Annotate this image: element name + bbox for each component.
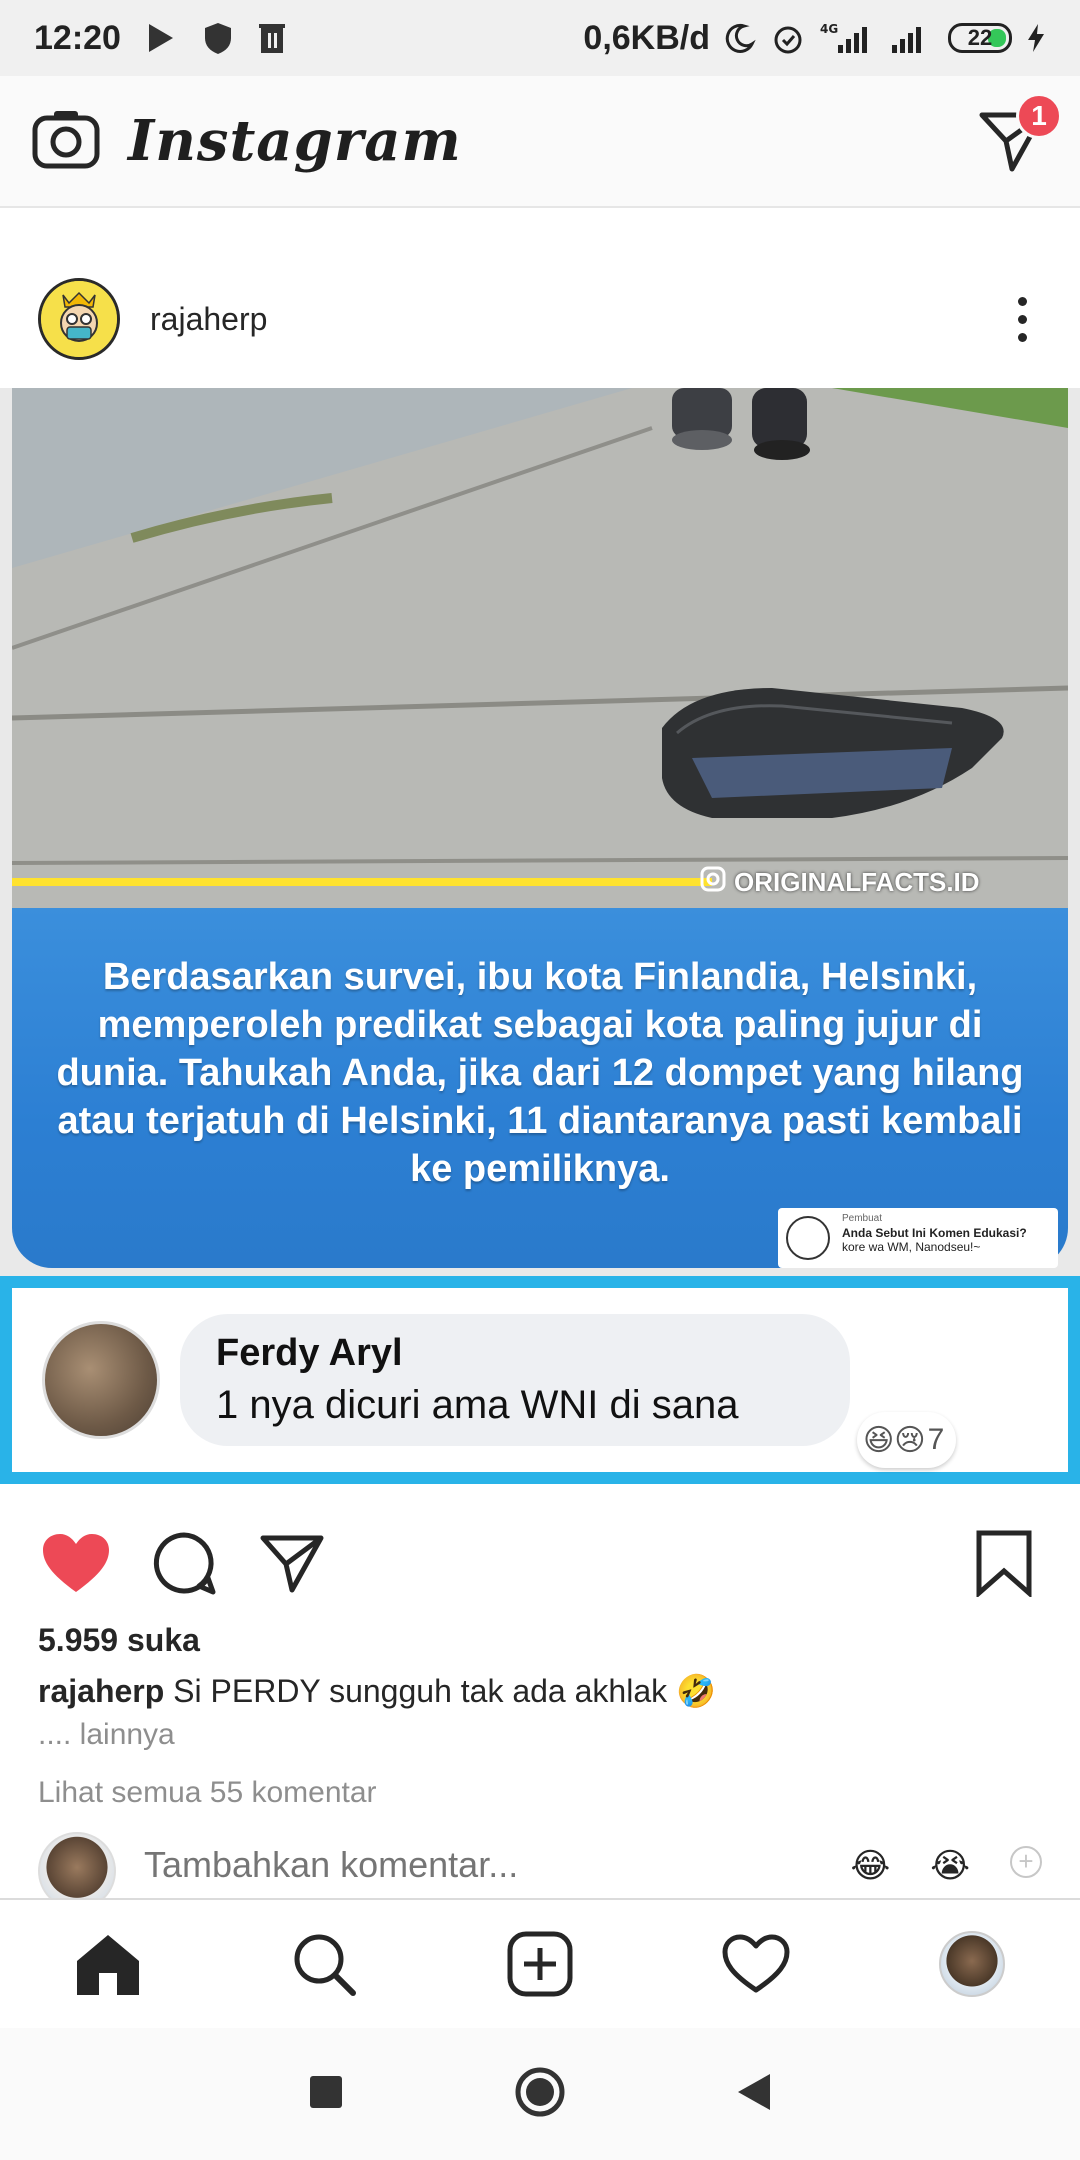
- home-button[interactable]: [514, 2066, 566, 2123]
- camera-icon[interactable]: [32, 108, 100, 175]
- heart-filled-icon: [43, 1534, 109, 1592]
- fact-text: Berdasarkan survei, ibu kota Finlandia, …: [56, 956, 1024, 1190]
- credit-title: Anda Sebut Ini Komen Edukasi?: [842, 1226, 1027, 1240]
- heart-icon: [722, 1934, 790, 1993]
- caption: rajaherp Si PERDY sungguh tak ada akhlak…: [38, 1672, 716, 1710]
- home-icon: [77, 1935, 139, 1995]
- comment-bubble: Ferdy Aryl 1 nya dicuri ama WNI di sana: [180, 1314, 850, 1446]
- add-post-icon: [507, 1931, 573, 1997]
- reaction-count: 7: [927, 1423, 945, 1456]
- likes-count[interactable]: 5.959 suka: [38, 1622, 200, 1659]
- direct-message-button[interactable]: 1: [976, 93, 1062, 177]
- commenter-avatar: [42, 1321, 160, 1439]
- app-header: Instagram 1: [0, 76, 1080, 208]
- paper-plane-icon: [260, 1535, 324, 1593]
- embedded-comment: Ferdy Aryl 1 nya dicuri ama WNI di sana …: [0, 1276, 1080, 1484]
- trash-icon: [257, 21, 287, 55]
- reaction-summary: 😆😢 7: [857, 1412, 957, 1468]
- status-time: 12:20: [34, 18, 121, 57]
- nav-home[interactable]: [63, 1919, 153, 2009]
- post-username[interactable]: rajaherp: [150, 301, 267, 338]
- status-bar: 12:20 0,6KB/d 4G 22: [0, 0, 1080, 76]
- shield-icon: [201, 20, 235, 56]
- share-button[interactable]: [252, 1523, 332, 1603]
- watermark-text: ORIGINALFACTS.ID: [734, 867, 980, 897]
- signal-icon: [890, 21, 934, 55]
- credit-subtitle: kore wa WM, Nanodseu!~: [842, 1240, 981, 1254]
- signal-4g-icon: 4G: [820, 21, 876, 55]
- watermark: ORIGINALFACTS.ID: [700, 866, 980, 899]
- battery-indicator: 22: [948, 23, 1012, 53]
- profile-avatar: [939, 1931, 1005, 1997]
- divider-line: [12, 878, 712, 886]
- search-icon: [294, 1934, 356, 1996]
- quick-emoji-laugh[interactable]: 😂: [851, 1846, 891, 1886]
- recent-apps-button[interactable]: [308, 2074, 344, 2115]
- credit-box: Pembuat Anda Sebut Ini Komen Edukasi? ko…: [778, 1208, 1058, 1268]
- back-triangle-icon: [738, 2073, 770, 2110]
- wallet-photo: [12, 388, 1068, 908]
- nav-search[interactable]: [279, 1919, 369, 2009]
- play-store-icon: [143, 20, 179, 56]
- svg-text:4G: 4G: [820, 22, 838, 36]
- circle-icon: [515, 2067, 565, 2116]
- more-options-button[interactable]: [1002, 289, 1042, 349]
- nav-new-post[interactable]: [495, 1919, 585, 2009]
- save-button[interactable]: [964, 1523, 1044, 1603]
- nav-profile[interactable]: [927, 1919, 1017, 2009]
- comment-button[interactable]: [144, 1523, 224, 1603]
- add-emoji-icon[interactable]: +: [1010, 1846, 1042, 1878]
- avatar: [38, 1832, 116, 1898]
- like-button[interactable]: [36, 1523, 116, 1603]
- charging-icon: [1026, 22, 1046, 54]
- alarm-icon: [770, 20, 806, 56]
- moon-icon: [724, 22, 756, 54]
- more-link[interactable]: .... lainnya: [38, 1718, 175, 1752]
- instagram-logo: Instagram: [128, 108, 462, 174]
- speech-bubble-icon: [153, 1532, 216, 1595]
- notification-badge: 1: [1016, 93, 1062, 139]
- avatar[interactable]: [38, 278, 120, 360]
- creator-logo-icon: [786, 1216, 830, 1260]
- post-image[interactable]: ORIGINALFACTS.ID Berdasarkan survei, ibu…: [0, 388, 1080, 1484]
- caption-username[interactable]: rajaherp: [38, 1673, 164, 1709]
- view-all-comments-link[interactable]: Lihat semua 55 komentar: [38, 1776, 377, 1810]
- post-header: rajaherp: [0, 254, 1080, 384]
- square-icon: [310, 2075, 342, 2108]
- system-navigation: [0, 2028, 1080, 2160]
- post-actions: [0, 1518, 1080, 1608]
- caption-text: Si PERDY sungguh tak ada akhlak 🤣: [173, 1673, 716, 1709]
- commenter-name: Ferdy Aryl: [216, 1332, 403, 1374]
- nav-activity[interactable]: [711, 1919, 801, 2009]
- instagram-small-icon: [700, 866, 726, 899]
- data-speed: 0,6KB/d: [583, 18, 710, 57]
- comment-text: 1 nya dicuri ama WNI di sana: [216, 1383, 739, 1427]
- add-comment-row: 😂 😭 +: [0, 1832, 1080, 1898]
- comment-input[interactable]: [144, 1844, 764, 1886]
- quick-emoji-cry[interactable]: 😭: [930, 1846, 970, 1886]
- reaction-emojis: 😆😢: [863, 1423, 926, 1457]
- credit-label: Pembuat: [842, 1213, 883, 1224]
- bottom-navigation: [0, 1898, 1080, 2028]
- back-button[interactable]: [736, 2072, 772, 2117]
- bookmark-icon: [976, 1530, 1032, 1597]
